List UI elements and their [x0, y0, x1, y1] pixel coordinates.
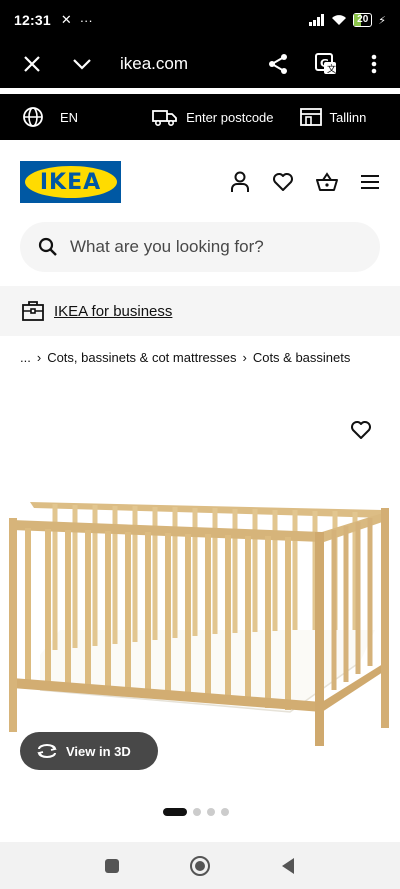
notification-icon: ✕: [60, 12, 72, 27]
ikea-top-strip: EN Enter postcode Tallinn: [0, 94, 400, 140]
search-placeholder: What are you looking for?: [70, 237, 264, 256]
translate-icon: G文: [315, 53, 336, 75]
store-selector[interactable]: Tallinn: [299, 108, 367, 126]
search-icon: [38, 237, 57, 256]
breadcrumb-item[interactable]: Cots & bassinets: [253, 350, 351, 365]
view-in-3d-button[interactable]: View in 3D: [20, 732, 158, 770]
rotate-3d-icon: [37, 744, 57, 758]
home-icon[interactable]: [189, 855, 211, 877]
url-text[interactable]: ikea.com: [120, 54, 258, 74]
truck-icon: [152, 110, 177, 126]
close-icon: [24, 56, 40, 72]
carousel-dot[interactable]: [221, 808, 229, 816]
globe-icon: [23, 107, 43, 127]
close-tab-button[interactable]: [12, 44, 52, 84]
logo-text: IKEA: [39, 169, 102, 195]
hamburger-menu-icon[interactable]: [360, 174, 380, 190]
favourites-icon[interactable]: [272, 172, 294, 192]
postcode-label: Enter postcode: [186, 109, 274, 125]
menu-button[interactable]: [354, 44, 394, 84]
crib-product-image: [9, 502, 389, 746]
briefcase-icon: [22, 301, 44, 321]
system-navigation-bar: [0, 842, 400, 889]
collapse-button[interactable]: [62, 44, 102, 84]
add-to-favourites-icon[interactable]: [350, 420, 372, 440]
back-icon[interactable]: [280, 857, 296, 875]
account-icon[interactable]: [230, 171, 250, 193]
breadcrumb-item[interactable]: Cots, bassinets & cot mattresses: [47, 350, 236, 365]
business-banner[interactable]: IKEA for business: [0, 286, 400, 336]
svg-text:文: 文: [327, 63, 336, 75]
share-button[interactable]: [258, 44, 298, 84]
carousel-dot[interactable]: [207, 808, 215, 816]
breadcrumb: ... › Cots, bassinets & cot mattresses ›…: [20, 350, 350, 365]
carousel-dot[interactable]: [163, 808, 187, 816]
charging-icon: ⚡: [378, 14, 386, 27]
chevron-down-icon: [73, 59, 91, 70]
chevron-right-icon: ›: [242, 350, 247, 365]
battery-indicator: 20: [353, 13, 373, 27]
status-bar: 12:31 ✕ ··· 20 ⚡: [0, 0, 400, 40]
view-in-3d-label: View in 3D: [66, 743, 131, 759]
image-carousel-indicator: [163, 808, 229, 816]
language-label: EN: [60, 109, 79, 125]
language-selector[interactable]: EN: [22, 106, 78, 128]
wifi-icon: [332, 15, 347, 25]
basket-icon[interactable]: [316, 172, 338, 192]
recents-icon[interactable]: [104, 858, 120, 874]
business-link[interactable]: IKEA for business: [54, 303, 172, 320]
store-icon: [299, 108, 322, 126]
more-vertical-icon: [371, 54, 377, 74]
site-header: IKEA: [0, 140, 400, 224]
translate-button[interactable]: G文: [306, 44, 346, 84]
more-notifications-icon: ···: [79, 12, 93, 28]
share-icon: [269, 54, 287, 74]
status-time: 12:31: [14, 12, 51, 28]
chevron-right-icon: ›: [36, 350, 42, 365]
browser-toolbar: ikea.com G文: [0, 40, 400, 88]
search-input[interactable]: What are you looking for?: [20, 222, 380, 272]
signal-icon: [309, 14, 325, 26]
breadcrumb-ellipsis[interactable]: ...: [20, 350, 31, 365]
store-label: Tallinn: [329, 109, 367, 125]
ikea-logo[interactable]: IKEA: [20, 161, 121, 203]
postcode-selector[interactable]: Enter postcode: [152, 108, 274, 126]
carousel-dot[interactable]: [193, 808, 201, 816]
